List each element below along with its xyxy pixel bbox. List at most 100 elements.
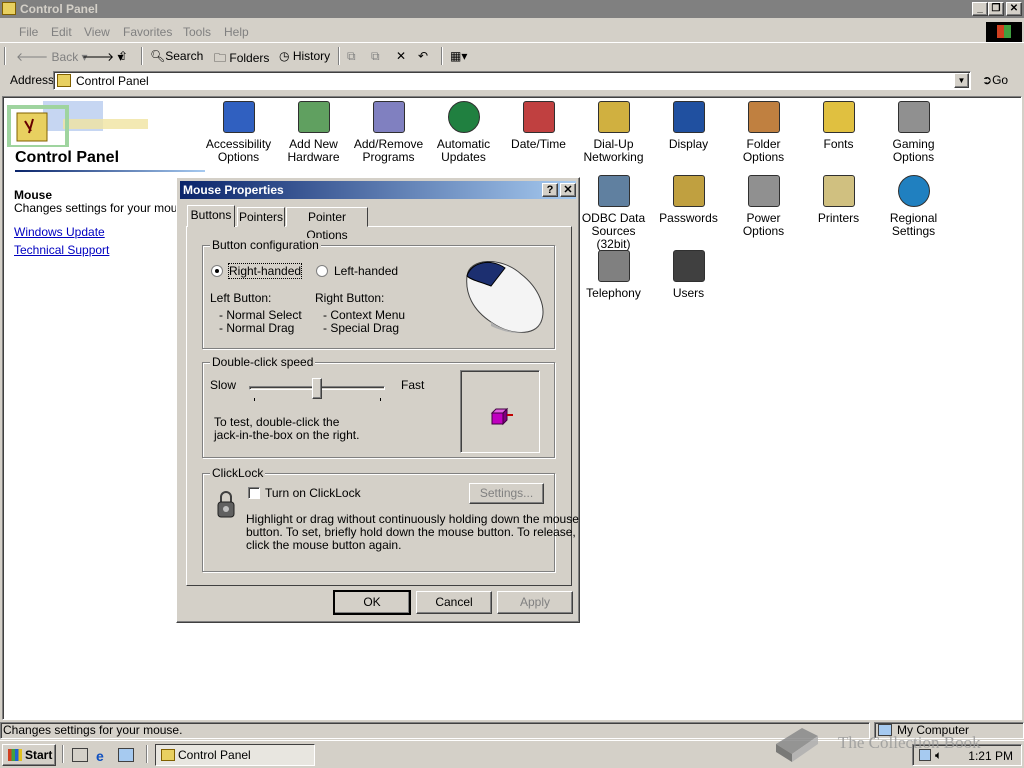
control-panel-item-label: Date/Time	[511, 137, 566, 151]
help-button[interactable]: ?	[542, 183, 558, 197]
control-panel-item[interactable]: Folder Options	[726, 101, 801, 164]
windows-logo-icon	[986, 22, 1022, 42]
double-click-speed-group: Double-click speed Slow Fast To test, do…	[202, 355, 555, 458]
delete-icon: ✕	[396, 49, 407, 63]
clicklock-group: ClickLock Turn on ClickLock Settings... …	[202, 466, 579, 572]
clicklock-description: button. To set, briefly hold down the mo…	[246, 525, 576, 539]
control-panel-item[interactable]: Dial-Up Networking	[576, 101, 651, 164]
menu-file[interactable]: File	[19, 25, 38, 39]
internet-explorer-icon[interactable]: e	[96, 748, 104, 764]
control-panel-item[interactable]: Regional Settings	[876, 175, 951, 238]
left-info-pane: Control Panel Mouse Changes settings for…	[3, 97, 205, 719]
control-panel-item[interactable]: Gaming Options	[876, 101, 951, 164]
back-arrow-icon: 🡐	[16, 50, 49, 64]
tab-buttons[interactable]: Buttons	[187, 205, 235, 227]
taskbar-control-panel-button[interactable]: Control Panel	[155, 744, 315, 766]
clicklock-checkbox[interactable]	[248, 487, 260, 499]
telephony-icon	[597, 250, 630, 282]
title-divider	[15, 170, 205, 172]
up-folder-icon: ⇧	[118, 49, 129, 63]
control-panel-item-label: Add/Remove Programs	[353, 137, 424, 164]
window-title-bar[interactable]: Control Panel _ ❐ ✕	[0, 0, 1024, 18]
control-panel-item[interactable]: Accessibility Options	[201, 101, 276, 164]
control-panel-item-label: Power Options	[742, 211, 785, 238]
menu-edit[interactable]: Edit	[51, 25, 72, 39]
history-icon: ◷	[279, 49, 290, 63]
control-panel-item-label: Accessibility Options	[205, 137, 272, 164]
menu-favorites[interactable]: Favorites	[123, 25, 172, 39]
control-panel-item[interactable]: Users	[651, 250, 726, 300]
test-area[interactable]	[460, 370, 540, 453]
control-panel-item-label: Folder Options	[742, 137, 785, 164]
left-handed-radio[interactable]	[316, 265, 328, 277]
padlock-icon	[217, 491, 235, 518]
selected-item-name: Mouse	[14, 188, 53, 202]
ok-button[interactable]: OK	[333, 590, 411, 615]
dialog-title-bar[interactable]: Mouse Properties ? ✕	[180, 181, 576, 199]
folders-button[interactable]: 🗀 Folders	[214, 49, 269, 70]
delete-button[interactable]: ✕	[396, 49, 406, 63]
views-button[interactable]: ▦▾	[450, 49, 467, 63]
history-button[interactable]: ◷ History	[279, 49, 330, 63]
mouse-properties-dialog: Mouse Properties ? ✕ Buttons Pointers Po…	[176, 177, 580, 623]
search-button[interactable]: 🔍︎Search	[150, 49, 203, 63]
control-panel-item-label: Printers	[817, 211, 860, 225]
clicklock-settings-button[interactable]: Settings...	[469, 483, 544, 504]
control-panel-item[interactable]: Display	[651, 101, 726, 151]
window-title: Control Panel	[20, 2, 99, 16]
control-panel-item[interactable]: Automatic Updates	[426, 101, 501, 164]
move-to-button[interactable]: ⧉	[347, 49, 356, 64]
right-handed-label[interactable]: Right-handed	[227, 263, 303, 279]
channels-icon[interactable]	[118, 748, 134, 762]
restore-button[interactable]: ❐	[988, 2, 1004, 16]
copy-to-button[interactable]: ⧉	[371, 49, 380, 64]
apply-button[interactable]: Apply	[497, 591, 573, 614]
speed-slider-thumb[interactable]	[312, 378, 322, 399]
go-button[interactable]: ➲Go	[982, 73, 1008, 87]
up-folder-button[interactable]: ⇧	[118, 49, 128, 63]
back-button[interactable]: 🡐 Back ▾	[16, 49, 88, 64]
show-desktop-icon[interactable]	[72, 748, 88, 762]
control-panel-item[interactable]: Add New Hardware	[276, 101, 351, 164]
slow-label: Slow	[210, 378, 237, 392]
jack-in-the-box-icon	[490, 407, 513, 426]
folders-icon: 🗀	[214, 51, 227, 65]
menu-bar: File Edit View Favorites Tools Help	[0, 21, 1024, 43]
tab-pointer-options[interactable]: Pointer Options	[286, 207, 368, 242]
cancel-button[interactable]: Cancel	[416, 591, 492, 614]
views-icon: ▦	[450, 49, 462, 63]
control-panel-item-label: Fonts	[823, 137, 854, 151]
right-handed-radio[interactable]	[211, 265, 223, 277]
menu-tools[interactable]: Tools	[183, 25, 211, 39]
technical-support-link[interactable]: Technical Support	[14, 243, 109, 257]
left-button-action: - Normal Select	[219, 308, 302, 322]
control-panel-item[interactable]: Passwords	[651, 175, 726, 225]
undo-button[interactable]: ↶	[418, 49, 428, 63]
left-handed-label[interactable]: Left-handed	[334, 264, 398, 278]
menu-view[interactable]: View	[84, 25, 110, 39]
double-click-speed-label: Double-click speed	[210, 355, 316, 369]
address-dropdown-button[interactable]: ▼	[954, 73, 969, 88]
control-panel-item[interactable]: Telephony	[576, 250, 651, 300]
right-button-heading: Right Button:	[315, 291, 385, 305]
control-panel-item[interactable]: Power Options	[726, 175, 801, 238]
control-panel-item[interactable]: Add/Remove Programs	[351, 101, 426, 164]
tab-pointers[interactable]: Pointers	[237, 207, 285, 227]
address-input[interactable]: Control Panel ▼	[53, 71, 971, 90]
menu-help[interactable]: Help	[224, 25, 249, 39]
control-panel-item[interactable]: Printers	[801, 175, 876, 225]
control-panel-item-label: Users	[672, 286, 705, 300]
dialog-close-button[interactable]: ✕	[560, 183, 576, 197]
windows-flag-icon	[8, 749, 22, 761]
control-panel-item-label: Display	[668, 137, 709, 151]
clicklock-checkbox-label[interactable]: Turn on ClickLock	[265, 486, 361, 500]
windows-update-link[interactable]: Windows Update	[14, 225, 105, 239]
control-panel-icon	[2, 2, 16, 15]
control-panel-item[interactable]: ODBC Data Sources (32bit)	[576, 175, 651, 251]
minimize-button[interactable]: _	[972, 2, 988, 16]
start-button[interactable]: Start	[2, 744, 56, 766]
close-button[interactable]: ✕	[1006, 2, 1022, 16]
control-panel-item[interactable]: Date/Time	[501, 101, 576, 151]
control-panel-item[interactable]: Fonts	[801, 101, 876, 151]
control-panel-item-label: Dial-Up Networking	[583, 137, 644, 164]
